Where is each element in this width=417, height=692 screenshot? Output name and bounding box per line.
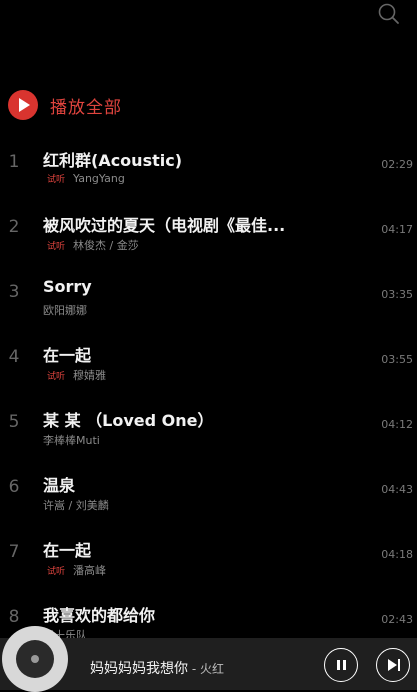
disc-center [31,655,39,663]
preview-tag: 试听 [47,175,66,185]
now-playing-artist: 火红 [199,662,224,676]
preview-tag: 试听 [47,371,66,382]
song-meta: 试听 穆婧雅 [43,367,106,383]
preview-tag: 试听 [47,566,66,577]
song-artist: YangYang [73,172,125,185]
song-duration: 04:17 [381,223,413,236]
song-duration: 03:35 [381,288,413,301]
song-duration: 03:55 [381,353,413,366]
top-bar [0,0,417,40]
song-index: 2 [8,217,20,237]
song-row[interactable]: 3 Sorry 欧阳娜娜 03:35 [0,260,417,325]
search-icon [378,3,399,24]
song-duration: 02:43 [381,613,413,626]
song-artist: 许嵩 / 刘美麟 [43,499,109,512]
play-circle-icon [8,90,38,120]
song-artist: 潘高峰 [73,564,107,577]
song-meta: 试听 潘高峰 [43,562,106,578]
pause-icon[interactable] [324,648,358,682]
song-title: 被风吹过的夏天（电视剧《最佳... [43,216,286,235]
song-duration: 04:18 [381,548,413,561]
album-art[interactable] [2,626,68,692]
song-title: 在一起 [43,541,92,560]
play-all-button[interactable]: 播放全部 [8,88,122,122]
song-duration: 02:29 [381,158,413,171]
song-index: 3 [8,282,20,302]
song-meta: 许嵩 / 刘美麟 [43,497,109,513]
song-row[interactable]: 1 红利群(Acoustic) 试听 YangYang 02:29 [0,130,417,195]
song-row[interactable]: 2 被风吹过的夏天（电视剧《最佳... 试听 林俊杰 / 金莎 04:17 [0,195,417,260]
song-index: 7 [8,542,20,562]
playlist-icon[interactable] [376,648,410,682]
song-index: 4 [8,347,20,367]
song-artist: 穆婧雅 [73,369,107,382]
song-row[interactable]: 4 在一起 试听 穆婧雅 03:55 [0,325,417,390]
song-artist: 欧阳娜娜 [43,304,87,317]
song-title: Sorry [43,277,92,296]
song-artist: 李棒棒Muti [43,434,100,447]
search-button[interactable] [377,2,401,26]
song-row[interactable]: 5 某 某 （Loved One） 李棒棒Muti 04:12 [0,390,417,455]
song-title: 红利群(Acoustic) [43,151,183,170]
song-title: 在一起 [43,346,92,365]
now-playing-separator: - [188,662,200,676]
song-title: 我喜欢的都给你 [43,606,156,625]
song-meta: 试听 林俊杰 / 金莎 [43,237,139,253]
song-meta: 李棒棒Muti [43,432,100,448]
song-title: 某 某 （Loved One） [43,411,214,430]
song-meta: 试听 YangYang [43,172,125,185]
song-duration: 04:43 [381,483,413,496]
song-index: 5 [8,412,20,432]
play-all-label: 播放全部 [50,97,122,118]
now-playing-title: 妈妈妈妈我想你 [90,661,188,677]
song-index: 1 [8,152,20,172]
song-artist: 林俊杰 / 金莎 [73,239,139,252]
song-list: 1 红利群(Acoustic) 试听 YangYang 02:29 2 被风吹过… [0,130,417,650]
song-index: 6 [8,477,20,497]
song-meta: 欧阳娜娜 [43,302,87,318]
song-index: 8 [8,607,20,627]
preview-tag: 试听 [47,241,66,252]
song-title: 温泉 [43,476,76,495]
song-row[interactable]: 6 温泉 许嵩 / 刘美麟 04:43 [0,455,417,520]
mini-player[interactable]: 妈妈妈妈我想你 - 火红 [0,626,417,692]
now-playing[interactable]: 妈妈妈妈我想你 - 火红 [90,658,224,678]
song-duration: 04:12 [381,418,413,431]
song-row[interactable]: 7 在一起 试听 潘高峰 04:18 [0,520,417,585]
